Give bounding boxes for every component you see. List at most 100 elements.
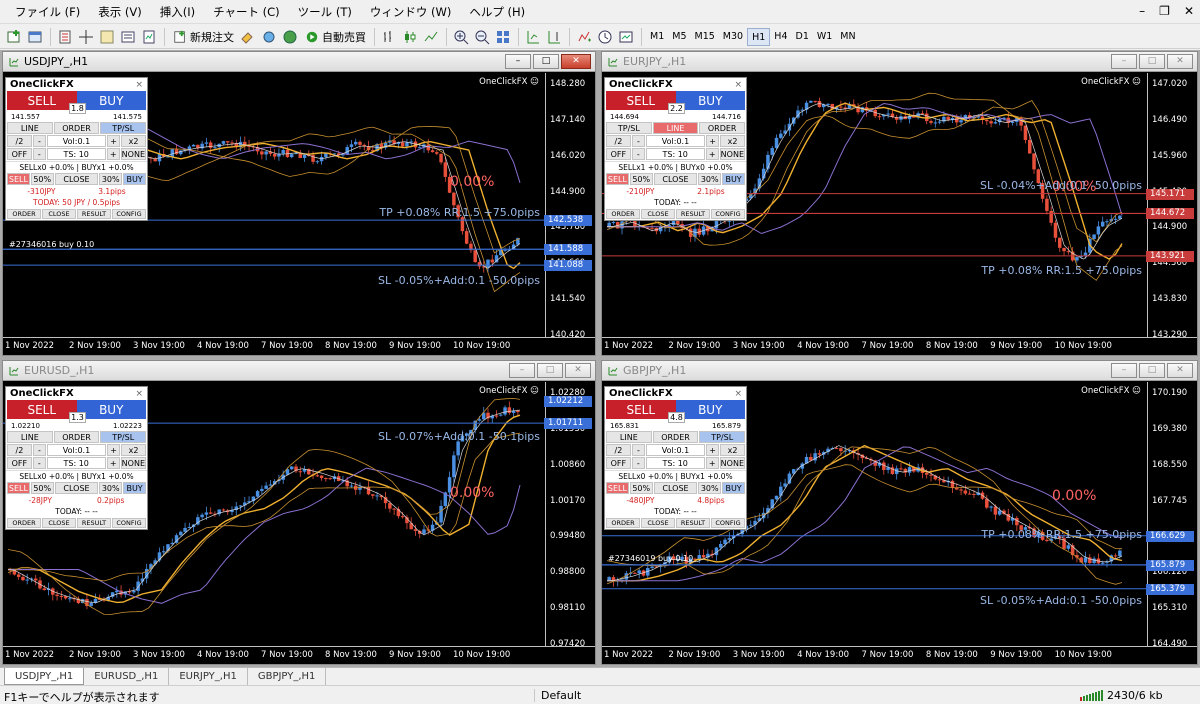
timeframe-m1[interactable]: M1 [646,28,668,46]
maximize-button[interactable]: □ [1139,54,1165,69]
tester-icon[interactable] [139,27,159,47]
trailing-off-button[interactable]: OFF [7,457,32,469]
trailing-increase-button[interactable]: + [705,457,719,469]
tab-eurusd[interactable]: EURUSD_,H1 [84,668,170,685]
trailing-none-button[interactable]: NONE [719,148,745,160]
trailing-decrease-button[interactable]: - [631,148,645,160]
auto-trading-button[interactable]: 自動売買 [301,27,370,47]
timeframe-d1[interactable]: D1 [792,28,813,46]
footer-config-button[interactable]: CONFIG [112,518,146,528]
chart-title-bar[interactable]: USDJPY_,H1 – □ ✕ [3,52,595,72]
trailing-decrease-button[interactable]: - [631,457,645,469]
decrease-lot-button[interactable]: - [631,135,645,147]
menu-help[interactable]: ヘルプ (H) [460,0,534,24]
autoscroll-icon[interactable] [523,27,543,47]
chart-window[interactable]: USDJPY_,H1 – □ ✕ OneClickFX ☺ 0.00% TP +0.08% … [2,51,596,356]
mode-line-button[interactable]: LINE [7,122,53,134]
tab-gbpjpy[interactable]: GBPJPY_,H1 [248,668,327,685]
chart-title-bar[interactable]: GBPJPY_,H1 – □ ✕ [602,361,1197,381]
chart-canvas[interactable]: OneClickFX ☺ 0.00% TP +0.08% RR:1.5 +75.0p… [602,73,1197,355]
buy-button[interactable]: BUY [675,91,745,110]
mode-line-button[interactable]: LINE [606,431,652,443]
panel-close-icon[interactable]: × [135,389,143,399]
crosshair-icon[interactable] [76,27,96,47]
half-lot-button[interactable]: /2 [7,135,32,147]
footer-order-button[interactable]: ORDER [606,518,640,528]
chart-window[interactable]: EURUSD_,H1 – □ ✕ OneClickFX ☺ 0.00% SL -0.07%+… [2,360,596,665]
mode-line-button[interactable]: LINE [652,122,699,134]
buy-button[interactable]: BUY [76,91,146,110]
double-lot-button[interactable]: x2 [121,135,146,147]
timeframe-h1[interactable]: H1 [747,27,771,46]
double-lot-button[interactable]: x2 [121,444,146,456]
meta-editor-icon[interactable] [238,27,258,47]
mode-order-button[interactable]: ORDER [652,431,699,443]
sell-button[interactable]: SELL [7,400,77,419]
close-icon[interactable]: ✕ [1184,4,1194,18]
close-30-button[interactable]: 30% [698,173,722,185]
candlestick-icon[interactable] [400,27,420,47]
minimize-button[interactable]: – [509,363,535,378]
minimize-button[interactable]: – [1111,363,1137,378]
sl-label[interactable]: SL -0.05%+Add:0.1 -50.0pips [378,274,540,287]
close-button[interactable]: ✕ [565,363,591,378]
decrease-lot-button[interactable]: - [32,135,46,147]
sl-label[interactable]: SL -0.04%+Add:0.1 -50.0pips [980,179,1142,192]
chart-canvas[interactable]: OneClickFX ☺ 0.00% TP +0.08% RR:1.5 +75.0p… [3,73,595,355]
chart-canvas[interactable]: OneClickFX ☺ 0.00% TP +0.08% RR:1.5 +75.0p… [602,382,1197,664]
market-icon[interactable] [280,27,300,47]
trailing-decrease-button[interactable]: - [32,148,46,160]
templates-icon[interactable] [616,27,636,47]
timeframe-m15[interactable]: M15 [691,28,719,46]
bar-chart-icon[interactable] [379,27,399,47]
buy-button[interactable]: BUY [675,400,745,419]
close-50-button[interactable]: 50% [30,173,54,185]
maximize-button[interactable]: □ [1139,363,1165,378]
sell-close-button[interactable]: SELL [606,482,629,494]
sell-button[interactable]: SELL [606,400,676,419]
mode-tpsl-button[interactable]: TP/SL [100,122,147,134]
chart-shift-icon[interactable] [544,27,564,47]
sell-close-button[interactable]: SELL [606,173,629,185]
footer-close-button[interactable]: CLOSE [641,209,675,219]
double-lot-button[interactable]: x2 [720,444,745,456]
close-50-button[interactable]: 50% [629,173,653,185]
mode-order-button[interactable]: ORDER [699,122,746,134]
mode-order-button[interactable]: ORDER [53,122,100,134]
increase-lot-button[interactable]: + [706,135,720,147]
signals-icon[interactable] [259,27,279,47]
trailing-none-button[interactable]: NONE [120,457,146,469]
close-button[interactable]: ✕ [561,54,591,69]
trailing-none-button[interactable]: NONE [120,148,146,160]
menu-insert[interactable]: 挿入(I) [151,0,204,24]
trailing-off-button[interactable]: OFF [606,457,631,469]
menu-tools[interactable]: ツール (T) [289,0,361,24]
increase-lot-button[interactable]: + [107,135,121,147]
trailing-off-button[interactable]: OFF [606,148,631,160]
close-30-button[interactable]: 30% [99,173,123,185]
terminal-icon[interactable] [118,27,138,47]
tp-label[interactable]: TP +0.08% RR:1.5 +75.0pips [981,528,1142,541]
sell-button[interactable]: SELL [606,91,676,110]
sell-button[interactable]: SELL [7,91,77,110]
new-chart-icon[interactable] [4,27,24,47]
buy-close-button[interactable]: BUY [123,173,146,185]
close-all-button[interactable]: CLOSE [653,173,698,185]
trailing-decrease-button[interactable]: - [32,457,46,469]
maximize-button[interactable]: □ [537,363,563,378]
minimize-icon[interactable]: – [1139,4,1145,18]
close-all-button[interactable]: CLOSE [54,482,99,494]
new-order-button[interactable]: 新規注文 [169,27,238,47]
menu-view[interactable]: 表示 (V) [89,0,151,24]
minimize-button[interactable]: – [505,54,531,69]
footer-close-button[interactable]: CLOSE [641,518,675,528]
buy-button[interactable]: BUY [76,400,146,419]
chart-window[interactable]: GBPJPY_,H1 – □ ✕ OneClickFX ☺ 0.00% TP +0.08% … [601,360,1198,665]
footer-result-button[interactable]: RESULT [676,209,710,219]
zoom-in-icon[interactable] [451,27,471,47]
chart-window[interactable]: EURJPY_,H1 – □ ✕ OneClickFX ☺ 0.00% TP +0.08% … [601,51,1198,356]
half-lot-button[interactable]: /2 [606,135,631,147]
trailing-none-button[interactable]: NONE [719,457,745,469]
panel-close-icon[interactable]: × [734,389,742,399]
footer-config-button[interactable]: CONFIG [711,209,745,219]
